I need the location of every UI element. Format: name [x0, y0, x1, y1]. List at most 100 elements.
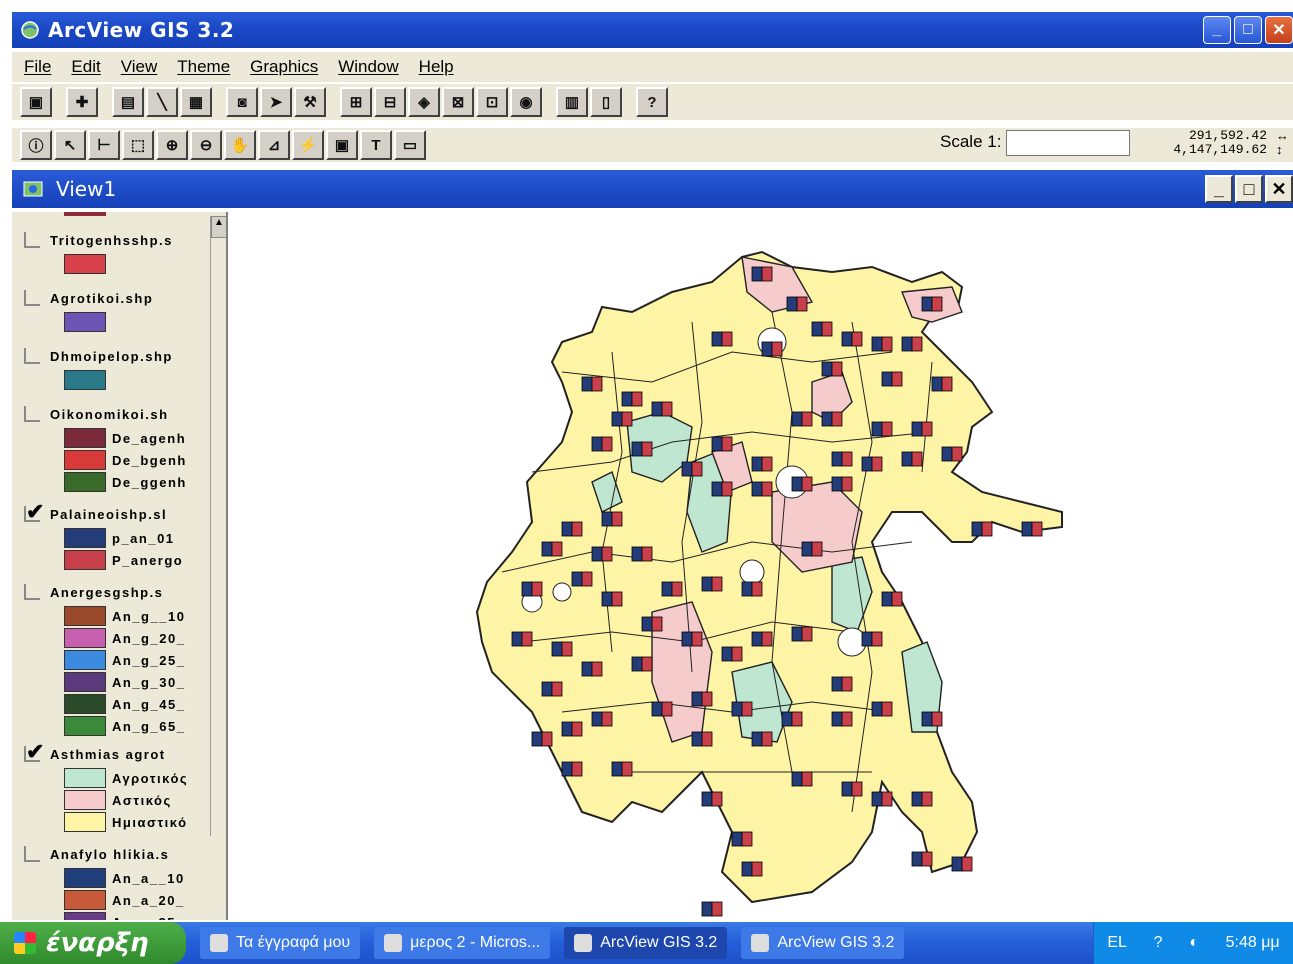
- zoom-out-fixed-icon[interactable]: ⊡: [476, 87, 508, 117]
- start-button[interactable]: έναρξη: [0, 922, 186, 964]
- theme-checkbox-checked[interactable]: ✔: [24, 501, 44, 523]
- network-icon[interactable]: ◐: [1189, 934, 1199, 952]
- bar-symbol-unemployed: [921, 851, 933, 867]
- theme-checkbox-checked[interactable]: ✔: [24, 741, 44, 763]
- label-icon[interactable]: ▣: [326, 130, 358, 160]
- bar-symbol-employed: [821, 411, 833, 427]
- close-button[interactable]: ✕: [1265, 16, 1293, 44]
- menu-window[interactable]: Window: [338, 57, 398, 77]
- draw-tool-icon[interactable]: ▭: [394, 130, 426, 160]
- bar-symbol-unemployed: [571, 521, 583, 537]
- theme-row[interactable]: Anergesgshp.s: [24, 584, 163, 600]
- bar-symbol-unemployed: [931, 711, 943, 727]
- help-icon[interactable]: ?: [636, 87, 668, 117]
- theme-checkbox[interactable]: [24, 290, 40, 306]
- zoom-active-theme-icon[interactable]: ⊟: [374, 87, 406, 117]
- select-feature-icon[interactable]: ⬚: [122, 130, 154, 160]
- bar-symbol-unemployed: [981, 521, 993, 537]
- help-tray-icon[interactable]: ?: [1154, 934, 1163, 952]
- view-maximize-button[interactable]: □: [1235, 175, 1263, 203]
- vertex-edit-icon[interactable]: ⊢: [88, 130, 120, 160]
- system-tray: EL ? ◐ 5:48 μμ: [1093, 922, 1293, 964]
- bar-symbol-unemployed: [831, 411, 843, 427]
- theme-checkbox[interactable]: [24, 846, 40, 862]
- maximize-button[interactable]: □: [1234, 16, 1262, 44]
- legend-entry: [64, 312, 112, 332]
- view-minimize-button[interactable]: _: [1205, 175, 1233, 203]
- bar-symbol-employed: [841, 331, 853, 347]
- legend-swatch: [64, 370, 106, 390]
- find-icon[interactable]: ◙: [226, 87, 258, 117]
- map-display[interactable]: [232, 212, 1293, 920]
- hotlink-icon[interactable]: ⚡: [292, 130, 324, 160]
- menu-file[interactable]: File: [24, 57, 51, 77]
- edit-legend-icon[interactable]: ╲: [146, 87, 178, 117]
- theme-properties-icon[interactable]: ▤: [112, 87, 144, 117]
- text-tool-icon[interactable]: T: [360, 130, 392, 160]
- theme-name: Dhmoipelop.shp: [50, 348, 173, 364]
- legend-label: An_g_25_: [112, 652, 186, 668]
- theme-row[interactable]: Anafylo hlikia.s: [24, 846, 169, 862]
- locate-address-icon[interactable]: ➤: [260, 87, 292, 117]
- theme-checkbox[interactable]: [24, 348, 40, 364]
- legend-entry: P_anergo: [64, 550, 183, 570]
- menu-theme[interactable]: Theme: [177, 57, 230, 77]
- scale-input[interactable]: [1006, 130, 1130, 156]
- identify-icon[interactable]: ⓘ: [20, 130, 52, 160]
- zoom-previous-icon[interactable]: ◉: [510, 87, 542, 117]
- scroll-up-icon[interactable]: ▲: [211, 216, 226, 238]
- minimize-button[interactable]: _: [1203, 16, 1231, 44]
- view-title-bar[interactable]: View1 _ □ ✕: [12, 170, 1293, 208]
- legend-label: An_g_30_: [112, 674, 186, 690]
- clear-selection-icon[interactable]: ▯: [590, 87, 622, 117]
- legend-swatch: [64, 672, 106, 692]
- zoom-out-icon[interactable]: ⊖: [190, 130, 222, 160]
- add-theme-icon[interactable]: ✚: [66, 87, 98, 117]
- theme-row[interactable]: ✔ Asthmias agrot: [24, 741, 166, 763]
- bar-symbol-employed: [571, 571, 583, 587]
- app-title-bar[interactable]: ArcView GIS 3.2 _ □ ✕: [12, 12, 1293, 48]
- menu-edit[interactable]: Edit: [71, 57, 100, 77]
- toc-scrollbar[interactable]: ▲: [210, 216, 226, 836]
- theme-checkbox[interactable]: [24, 232, 40, 248]
- query-builder-icon[interactable]: ⚒: [294, 87, 326, 117]
- task-arcview-2[interactable]: ArcView GIS 3.2: [741, 927, 905, 959]
- theme-row[interactable]: Tritogenhsshp.s: [24, 232, 173, 248]
- language-indicator[interactable]: EL: [1107, 934, 1127, 952]
- theme-checkbox[interactable]: [24, 406, 40, 422]
- zoom-selected-icon[interactable]: ◈: [408, 87, 440, 117]
- menu-view[interactable]: View: [121, 57, 158, 77]
- bar-symbol-employed: [741, 581, 753, 597]
- select-by-theme-icon[interactable]: ▥: [556, 87, 588, 117]
- task-word-document[interactable]: μερος 2 - Micros...: [374, 927, 551, 959]
- theme-row[interactable]: Agrotikoi.shp: [24, 290, 153, 306]
- table-of-contents[interactable]: Tritogenhsshp.s Agrotikoi.shp Dhmoipelop.s…: [12, 212, 228, 920]
- bar-symbol-employed: [521, 581, 533, 597]
- pan-hand-icon[interactable]: ✋: [224, 130, 256, 160]
- bar-symbol-employed: [731, 831, 743, 847]
- view-close-button[interactable]: ✕: [1265, 175, 1293, 203]
- theme-checkbox[interactable]: [24, 584, 40, 600]
- map-canvas[interactable]: [232, 212, 1293, 920]
- theme-row[interactable]: Dhmoipelop.shp: [24, 348, 173, 364]
- bar-symbol-unemployed: [841, 451, 853, 467]
- measure-icon[interactable]: ⊿: [258, 130, 290, 160]
- arcview-icon: [751, 934, 770, 952]
- menu-help[interactable]: Help: [419, 57, 454, 77]
- zoom-in-icon[interactable]: ⊕: [156, 130, 188, 160]
- bar-symbol-unemployed: [831, 361, 843, 377]
- theme-row[interactable]: Oikonomikoi.sh: [24, 406, 169, 422]
- zoom-full-extent-icon[interactable]: ⊞: [340, 87, 372, 117]
- task-my-documents[interactable]: Τα έγγραφά μου: [200, 927, 361, 959]
- menu-graphics[interactable]: Graphics: [250, 57, 318, 77]
- save-project-icon[interactable]: ▣: [20, 87, 52, 117]
- bar-symbol-employed: [601, 591, 613, 607]
- open-table-icon[interactable]: ▦: [180, 87, 212, 117]
- zoom-in-fixed-icon[interactable]: ⊠: [442, 87, 474, 117]
- bar-symbol-unemployed: [841, 711, 853, 727]
- task-arcview-1[interactable]: ArcView GIS 3.2: [564, 927, 728, 959]
- bar-symbol-employed: [901, 451, 913, 467]
- pointer-icon[interactable]: ↖: [54, 130, 86, 160]
- legend-entry: Ημιαστικό: [64, 812, 188, 832]
- theme-row[interactable]: ✔ Palaineoishp.sl: [24, 501, 167, 523]
